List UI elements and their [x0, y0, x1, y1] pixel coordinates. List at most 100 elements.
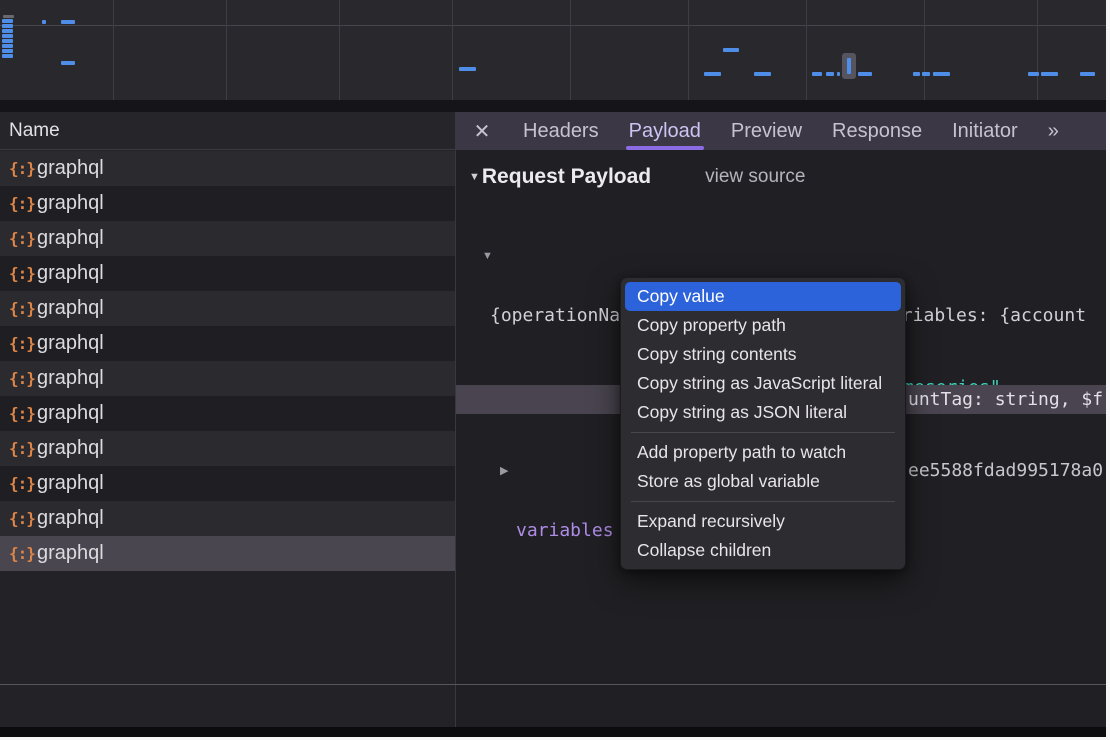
overview-request-bar: [2, 54, 13, 58]
name-column-header[interactable]: Name: [0, 112, 455, 150]
menu-separator: [631, 501, 895, 502]
overview-request-bar: [2, 24, 13, 28]
overview-gridline-horizontal: [0, 25, 1106, 26]
overview-request-bar: [812, 72, 822, 76]
details-tab-bar: ✕ Headers Payload Preview Response Initiator…: [456, 112, 1106, 150]
json-braces-icon: {:}: [9, 404, 37, 423]
overview-request-bar: [837, 72, 840, 76]
overview-request-bar: [922, 72, 930, 76]
json-braces-icon: {:}: [9, 439, 37, 458]
request-name-label: graphql: [37, 507, 104, 530]
table-row[interactable]: {:}graphql: [0, 186, 455, 221]
menu-item-add-property-path-to-watch[interactable]: Add property path to watch: [621, 438, 905, 467]
tree-root-row[interactable]: ▼ {operationName: "ipFlowTimeseries", va…: [456, 241, 1106, 271]
section-title: Request Payload: [482, 165, 651, 189]
overview-gridline-vertical: [924, 0, 925, 100]
tab-initiator[interactable]: Initiator: [952, 112, 1018, 150]
footer-divider: [0, 684, 1106, 685]
table-row[interactable]: {:}graphql: [0, 326, 455, 361]
overview-gridline-vertical: [113, 0, 114, 100]
devtools-app: Name {:}graphql{:}graphql{:}graphql{:}gr…: [0, 0, 1106, 737]
menu-item-copy-string-contents[interactable]: Copy string contents: [621, 340, 905, 369]
request-rows: {:}graphql{:}graphql{:}graphql{:}graphql…: [0, 151, 455, 571]
table-row[interactable]: {:}graphql: [0, 361, 455, 396]
table-row[interactable]: {:}graphql: [0, 256, 455, 291]
tab-preview[interactable]: Preview: [731, 112, 802, 150]
request-name-label: graphql: [37, 192, 104, 215]
overview-gridline-vertical: [339, 0, 340, 100]
request-name-label: graphql: [37, 262, 104, 285]
menu-item-copy-value[interactable]: Copy value: [625, 282, 901, 311]
table-row[interactable]: {:}graphql: [0, 396, 455, 431]
chevron-right-icon[interactable]: ▶: [500, 456, 508, 486]
overview-request-bar: [2, 49, 13, 53]
overview-request-bar: [2, 19, 13, 23]
request-name-label: graphql: [37, 402, 104, 425]
request-name-label: graphql: [37, 227, 104, 250]
overview-request-bar: [1041, 72, 1058, 76]
json-braces-icon: {:}: [9, 369, 37, 388]
variables-preview-end: ee5588fdad995178a0: [908, 456, 1103, 486]
overview-request-bar: [754, 72, 771, 76]
table-row[interactable]: {:}graphql: [0, 221, 455, 256]
json-braces-icon: {:}: [9, 194, 37, 213]
json-braces-icon: {:}: [9, 159, 37, 178]
request-name-label: graphql: [37, 332, 104, 355]
table-row[interactable]: {:}graphql: [0, 431, 455, 466]
menu-item-expand-recursively[interactable]: Expand recursively: [621, 507, 905, 536]
json-braces-icon: {:}: [9, 509, 37, 528]
request-name-label: graphql: [37, 542, 104, 565]
request-name-label: graphql: [37, 157, 104, 180]
bottom-status-bar: [0, 727, 1106, 737]
query-value-end: untTag: string, $f: [908, 385, 1103, 414]
request-name-label: graphql: [37, 472, 104, 495]
request-name-label: graphql: [37, 437, 104, 460]
overview-request-bar: [459, 67, 476, 71]
close-icon[interactable]: ✕: [471, 119, 493, 144]
overview-gridline-vertical: [452, 0, 453, 100]
tab-payload[interactable]: Payload: [629, 112, 701, 150]
table-row[interactable]: {:}graphql: [0, 536, 455, 571]
overview-request-bar: [3, 15, 14, 18]
json-braces-icon: {:}: [9, 544, 37, 563]
menu-item-collapse-children[interactable]: Collapse children: [621, 536, 905, 565]
section-expand-icon[interactable]: ▼: [469, 171, 480, 183]
request-name-label: graphql: [37, 297, 104, 320]
overview-gridline-vertical: [570, 0, 571, 100]
table-row[interactable]: {:}graphql: [0, 501, 455, 536]
json-braces-icon: {:}: [9, 299, 37, 318]
overview-request-bar: [61, 61, 75, 65]
overview-request-bar: [42, 20, 46, 24]
chevron-down-icon[interactable]: ▼: [482, 241, 493, 271]
tab-response[interactable]: Response: [832, 112, 922, 150]
name-column-label: Name: [0, 112, 455, 150]
overview-request-bar: [61, 20, 75, 24]
tab-headers[interactable]: Headers: [523, 112, 599, 150]
menu-item-store-as-global-variable[interactable]: Store as global variable: [621, 467, 905, 496]
overview-selected-request-bar: [847, 58, 851, 74]
overview-request-bar: [723, 48, 739, 52]
variables-key: variables: [516, 516, 614, 546]
table-row[interactable]: {:}graphql: [0, 151, 455, 186]
overview-gridline-vertical: [688, 0, 689, 100]
overview-request-bar: [2, 39, 13, 43]
menu-item-copy-string-as-javascript-literal[interactable]: Copy string as JavaScript literal: [621, 369, 905, 398]
network-request-list-panel: Name {:}graphql{:}graphql{:}graphql{:}gr…: [0, 112, 455, 727]
network-overview-strip[interactable]: [0, 0, 1106, 100]
devtools-window: Name {:}graphql{:}graphql{:}graphql{:}gr…: [0, 0, 1110, 740]
json-braces-icon: {:}: [9, 229, 37, 248]
more-tabs-icon[interactable]: »: [1048, 120, 1057, 143]
menu-separator: [631, 432, 895, 433]
overview-request-bar: [2, 34, 13, 38]
menu-item-copy-property-path[interactable]: Copy property path: [621, 311, 905, 340]
overview-request-bar: [1028, 72, 1039, 76]
overview-request-bar: [1080, 72, 1095, 76]
table-row[interactable]: {:}graphql: [0, 466, 455, 501]
overview-request-bar: [704, 72, 721, 76]
overview-request-bar: [826, 72, 834, 76]
context-menu: Copy valueCopy property pathCopy string …: [620, 277, 906, 570]
menu-item-copy-string-as-json-literal[interactable]: Copy string as JSON literal: [621, 398, 905, 427]
view-source-link[interactable]: view source: [705, 166, 805, 188]
json-braces-icon: {:}: [9, 474, 37, 493]
table-row[interactable]: {:}graphql: [0, 291, 455, 326]
